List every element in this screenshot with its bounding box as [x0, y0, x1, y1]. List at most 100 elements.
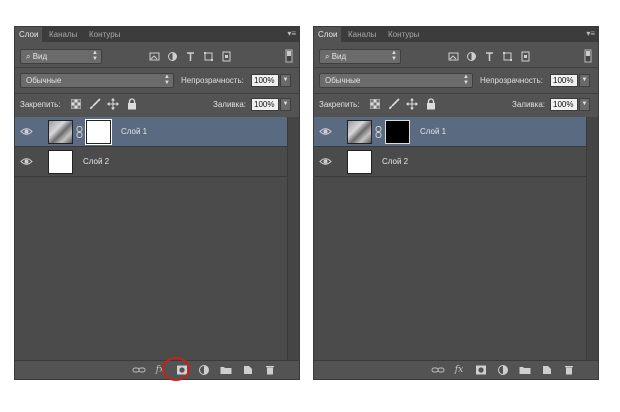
layer-list: Слой 1 Слой 2	[15, 117, 288, 361]
stepper-icon: ▲ ▼	[463, 74, 469, 86]
filter-label: Вид	[331, 52, 347, 61]
layer-thumbnail[interactable]	[347, 120, 372, 144]
layer-row-1[interactable]: Слой 1	[314, 117, 587, 147]
add-mask-highlight-circle	[162, 357, 190, 381]
stepper-icon: ▲ ▼	[92, 50, 98, 62]
layer-name: Слой 1	[121, 127, 148, 136]
tab-layers[interactable]: Слои	[15, 27, 43, 42]
blend-mode-select[interactable]: Обычные ▲ ▼	[319, 73, 473, 88]
opacity-dropdown-button[interactable]: ▼	[579, 74, 590, 87]
lock-transparency-icon[interactable]	[370, 99, 380, 109]
link-icon[interactable]	[431, 364, 445, 376]
panel-footer: fx	[15, 360, 299, 379]
filter-toggle-icon[interactable]	[285, 49, 293, 63]
image-filter-icon[interactable]	[149, 51, 160, 62]
panel-menu-icon[interactable]: ▾≡	[287, 29, 296, 39]
layer-mask-thumbnail[interactable]	[85, 119, 112, 145]
search-icon: ⌕	[325, 52, 330, 61]
adjustment-filter-icon[interactable]	[167, 51, 178, 62]
eye-visibility-icon[interactable]	[319, 125, 332, 138]
mask-link-chain-icon[interactable]	[375, 126, 382, 138]
layer-mask-thumbnail[interactable]	[385, 120, 410, 144]
opacity-label: Непрозрачность:	[181, 76, 244, 85]
lock-pixels-brush-icon[interactable]	[89, 98, 101, 110]
layer-list-scrollbar[interactable]	[287, 117, 299, 361]
lock-pixels-brush-icon[interactable]	[388, 98, 400, 110]
tab-channels[interactable]: Каналы	[344, 27, 380, 42]
adjustment-filter-icon[interactable]	[466, 51, 477, 62]
lock-label: Закрепить:	[319, 100, 360, 109]
tab-paths[interactable]: Контуры	[384, 27, 423, 42]
fill-label: Заливка:	[512, 100, 546, 109]
layer-filter-select[interactable]: ⌕ Вид ▲ ▼	[319, 49, 401, 64]
trash-icon[interactable]	[263, 364, 277, 376]
folder-icon[interactable]	[219, 364, 233, 376]
panel-menu-icon[interactable]: ▾≡	[586, 29, 595, 39]
panel-footer: fx	[314, 360, 598, 379]
layer-thumbnail[interactable]	[48, 150, 73, 174]
new-layer-icon[interactable]	[540, 364, 554, 376]
lock-label: Закрепить:	[20, 100, 61, 109]
layer-row-2[interactable]: Слой 2	[15, 147, 288, 177]
fx-icon[interactable]: fx	[452, 364, 466, 376]
layer-thumbnail[interactable]	[347, 150, 372, 174]
add-mask-icon[interactable]	[474, 364, 488, 376]
lock-all-icon[interactable]	[127, 98, 137, 110]
folder-icon[interactable]	[518, 364, 532, 376]
layers-panel-left: Слои Каналы Контуры ▾≡ ⌕ Вид ▲ ▼ Обычные …	[14, 26, 300, 380]
adjustment-icon[interactable]	[496, 364, 510, 376]
panel-tabbar: Слои Каналы Контуры ▾≡	[314, 27, 598, 42]
blend-mode-value: Обычные	[325, 76, 361, 85]
layer-name: Слой 2	[382, 157, 409, 166]
layer-list-scrollbar[interactable]	[586, 117, 598, 361]
layer-list: Слой 1 Слой 2	[314, 117, 587, 361]
smart-object-filter-icon[interactable]	[520, 51, 531, 62]
smart-object-filter-icon[interactable]	[221, 51, 232, 62]
eye-visibility-icon[interactable]	[319, 155, 332, 168]
search-icon: ⌕	[26, 52, 31, 61]
stepper-icon: ▲ ▼	[391, 50, 397, 62]
fill-label: Заливка:	[213, 100, 247, 109]
shape-filter-icon[interactable]	[502, 51, 513, 62]
adjustment-icon[interactable]	[197, 364, 211, 376]
fill-dropdown-button[interactable]: ▼	[280, 98, 291, 111]
layer-filter-select[interactable]: ⌕ Вид ▲ ▼	[20, 49, 102, 64]
filter-label: Вид	[32, 52, 48, 61]
shape-filter-icon[interactable]	[203, 51, 214, 62]
divider	[314, 93, 598, 94]
stepper-icon: ▲ ▼	[164, 74, 170, 86]
layer-name: Слой 1	[420, 127, 447, 136]
filter-toggle-icon[interactable]	[584, 49, 592, 63]
tab-layers[interactable]: Слои	[314, 27, 342, 42]
tab-channels[interactable]: Каналы	[45, 27, 81, 42]
lock-transparency-icon[interactable]	[71, 99, 81, 109]
opacity-dropdown-button[interactable]: ▼	[280, 74, 291, 87]
divider	[15, 67, 299, 68]
eye-visibility-icon[interactable]	[20, 125, 33, 138]
link-icon[interactable]	[132, 364, 146, 376]
fill-input[interactable]: 100%	[251, 98, 279, 111]
lock-position-move-icon[interactable]	[406, 98, 418, 110]
blend-mode-select[interactable]: Обычные ▲ ▼	[20, 73, 174, 88]
layer-thumbnail[interactable]	[48, 120, 73, 144]
layer-name: Слой 2	[83, 157, 110, 166]
new-layer-icon[interactable]	[241, 364, 255, 376]
divider	[314, 67, 598, 68]
layer-row-2[interactable]: Слой 2	[314, 147, 587, 177]
type-filter-icon[interactable]	[484, 51, 495, 62]
tab-paths[interactable]: Контуры	[85, 27, 124, 42]
mask-link-chain-icon[interactable]	[76, 126, 83, 138]
layer-row-1[interactable]: Слой 1	[15, 117, 288, 147]
lock-position-move-icon[interactable]	[107, 98, 119, 110]
layers-panel-right: Слои Каналы Контуры ▾≡ ⌕ Вид ▲ ▼ Обычные …	[313, 26, 599, 380]
eye-visibility-icon[interactable]	[20, 155, 33, 168]
lock-all-icon[interactable]	[426, 98, 436, 110]
trash-icon[interactable]	[562, 364, 576, 376]
type-filter-icon[interactable]	[185, 51, 196, 62]
panel-tabbar: Слои Каналы Контуры ▾≡	[15, 27, 299, 42]
fill-dropdown-button[interactable]: ▼	[579, 98, 590, 111]
opacity-input[interactable]: 100%	[550, 74, 578, 87]
image-filter-icon[interactable]	[448, 51, 459, 62]
opacity-input[interactable]: 100%	[251, 74, 279, 87]
fill-input[interactable]: 100%	[550, 98, 578, 111]
